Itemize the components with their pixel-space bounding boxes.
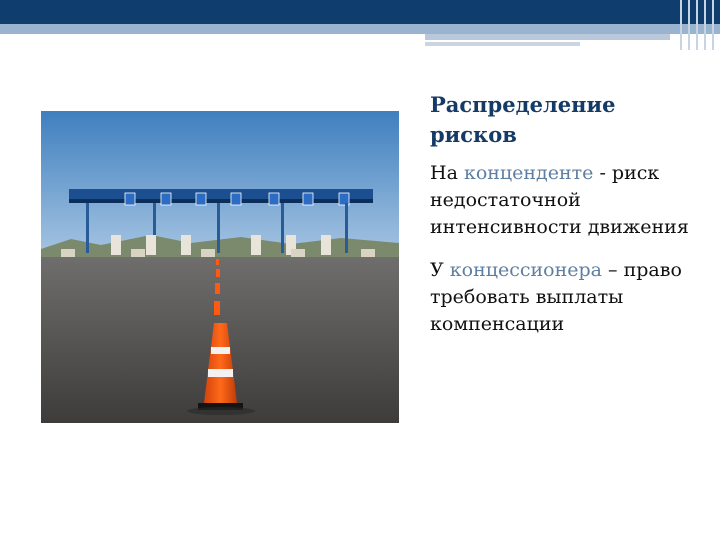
- slide: Распределение рисков На конценденте - ри…: [0, 0, 720, 540]
- header-accent-line-short: [425, 42, 580, 46]
- text-block: Распределение рисков На конценденте - ри…: [430, 90, 700, 354]
- highlight-term: конценденте: [463, 162, 594, 184]
- paragraph-prefix: На: [430, 162, 464, 184]
- paragraph-concedent: На конценденте - риск недостаточной инте…: [430, 160, 700, 241]
- slide-heading: Распределение рисков: [430, 92, 616, 147]
- header-accent-line: [425, 34, 670, 40]
- header-stripe: [0, 24, 720, 34]
- header-bar: [0, 0, 720, 24]
- toll-plaza-photo: [41, 111, 399, 423]
- highlight-term: концессионера: [449, 259, 603, 281]
- paragraph-concessionaire: У концессионера – право требовать выплат…: [430, 257, 700, 338]
- corner-decoration: [676, 0, 720, 50]
- paragraph-prefix: У: [430, 259, 450, 281]
